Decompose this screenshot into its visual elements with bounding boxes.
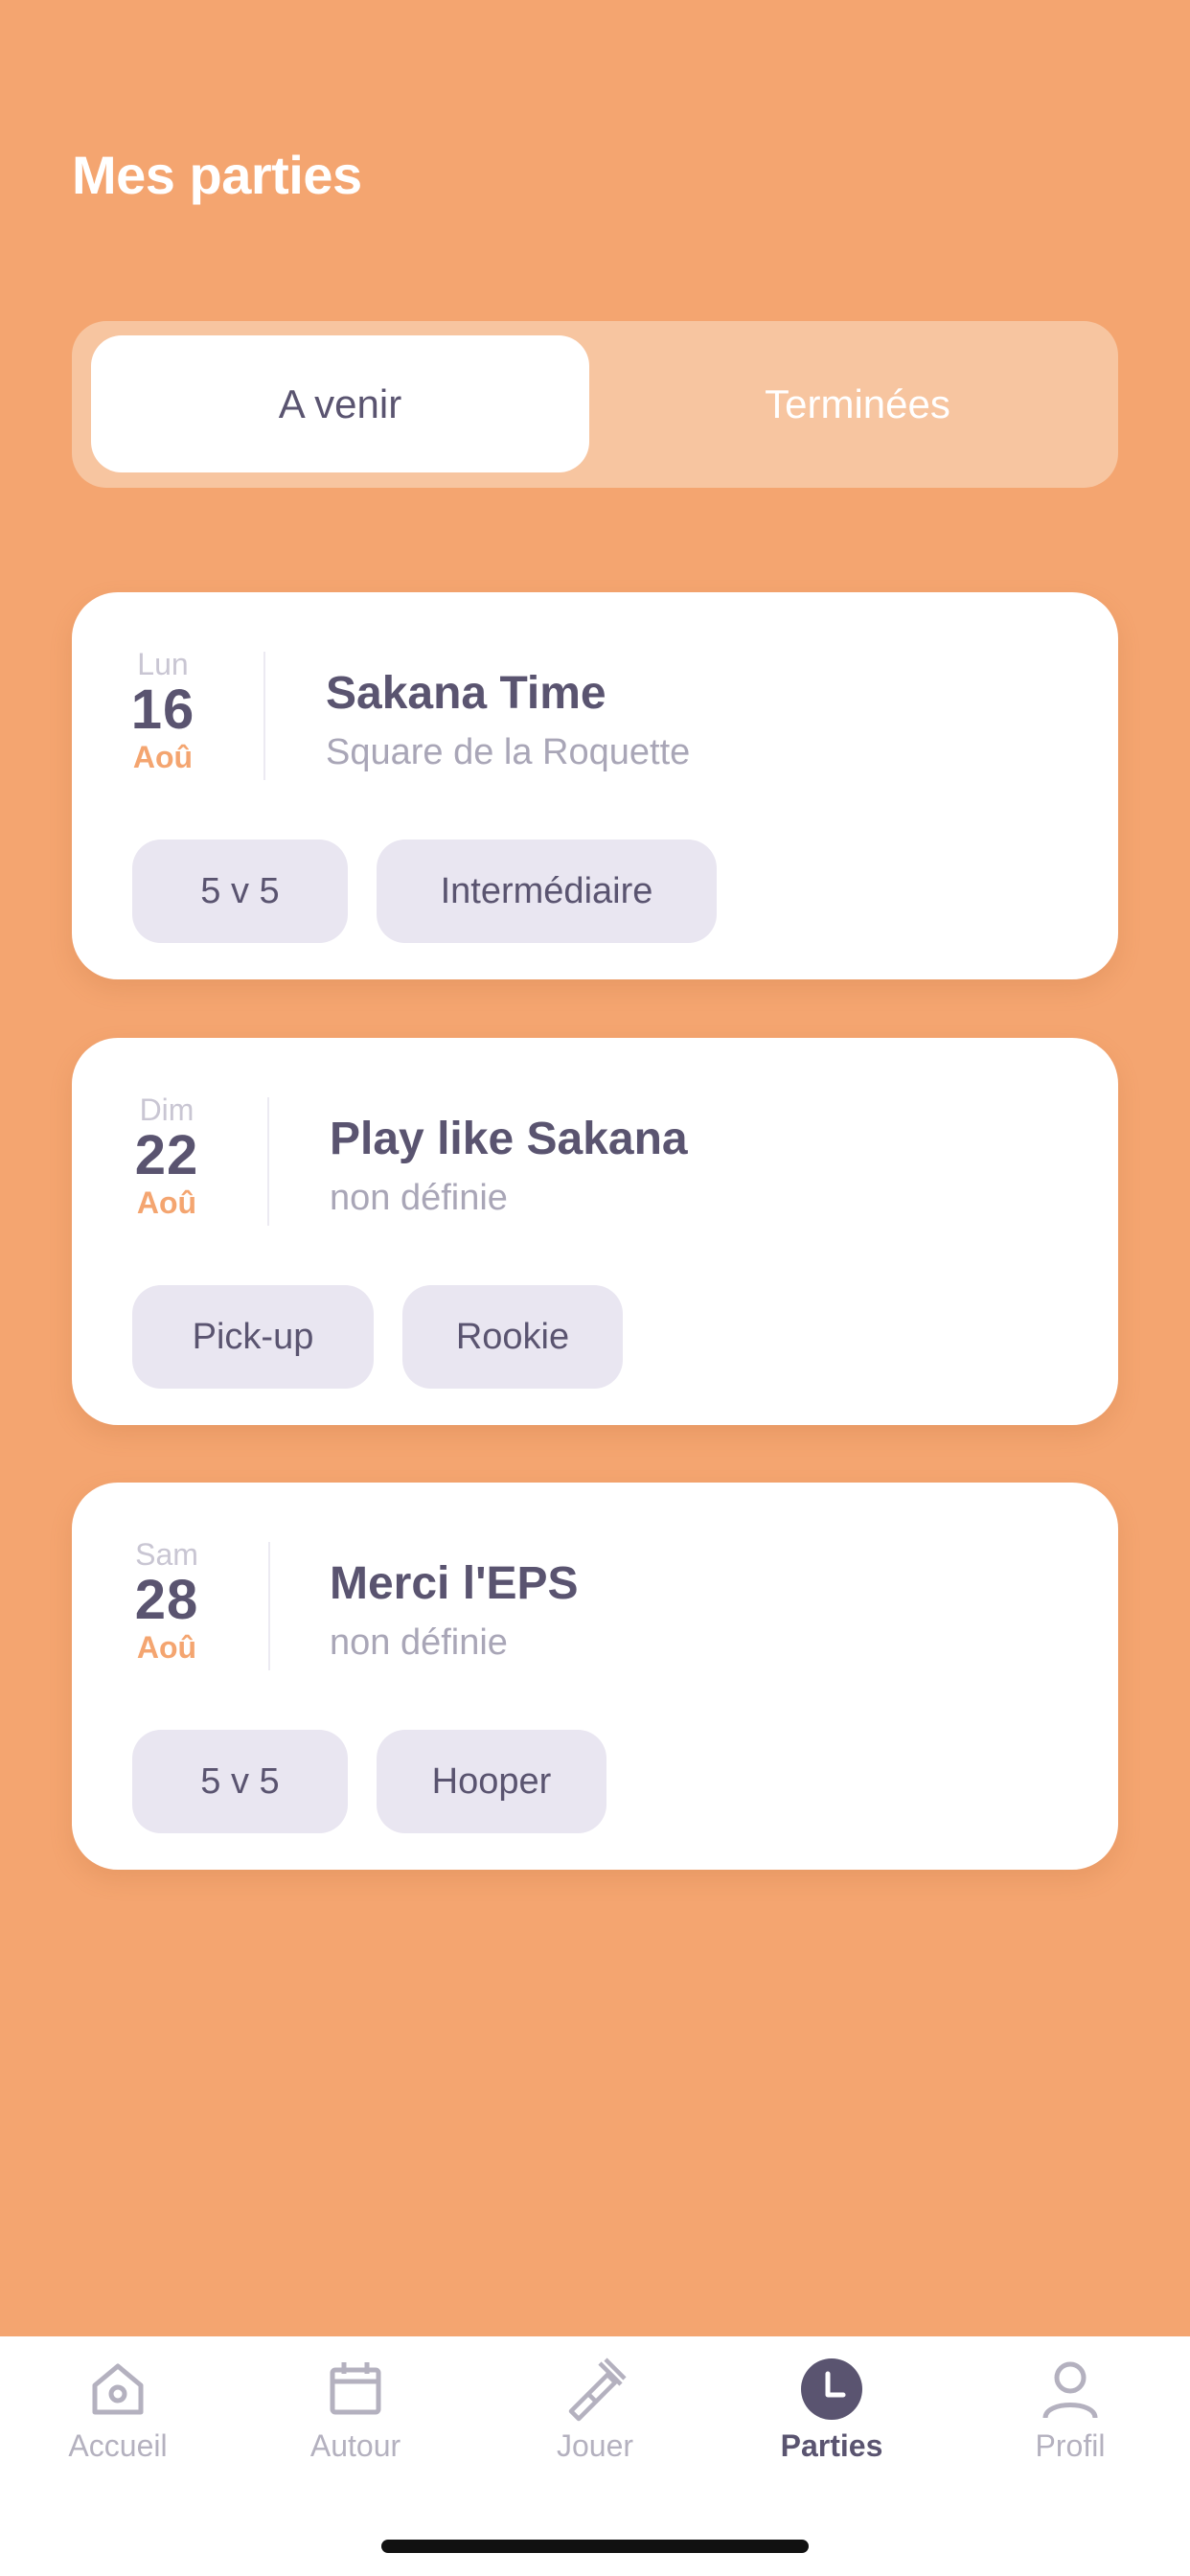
date-block: Dim 22 Aoû: [124, 1092, 210, 1221]
game-card[interactable]: Dim 22 Aoû Play like Sakana non définie …: [72, 1038, 1118, 1425]
date-block: Lun 16 Aoû: [120, 647, 206, 775]
date-month: Aoû: [136, 1630, 197, 1666]
tab-profil[interactable]: Profil: [974, 2356, 1166, 2464]
game-tags: 5 v 5 Intermédiaire: [132, 840, 717, 943]
tab-autour[interactable]: Autour: [260, 2356, 451, 2464]
page-title: Mes parties: [72, 145, 362, 205]
play-icon: [561, 2356, 629, 2423]
date-number: 16: [130, 678, 195, 742]
date-day: Sam: [135, 1537, 198, 1572]
date-month: Aoû: [136, 1185, 197, 1221]
game-title: Merci l'EPS: [330, 1558, 579, 1609]
tag-level: Hooper: [377, 1730, 606, 1833]
clock-icon: [798, 2356, 865, 2423]
game-title: Sakana Time: [326, 668, 606, 719]
date-number: 22: [134, 1124, 199, 1187]
date-month: Aoû: [132, 740, 194, 775]
tag-level: Intermédiaire: [377, 840, 717, 943]
tab-label: Parties: [780, 2428, 883, 2463]
tab-label: Autour: [309, 2428, 401, 2463]
game-tags: Pick-up Rookie: [132, 1285, 623, 1389]
game-location: non définie: [330, 1178, 508, 1218]
game-location: Square de la Roquette: [326, 732, 691, 772]
game-card[interactable]: Lun 16 Aoû Sakana Time Square de la Roqu…: [72, 592, 1118, 979]
tab-accueil[interactable]: Accueil: [22, 2356, 214, 2464]
home-icon: [84, 2356, 151, 2423]
tag-format: 5 v 5: [132, 840, 348, 943]
tab-label: Jouer: [556, 2428, 634, 2463]
game-location: non définie: [330, 1622, 508, 1663]
game-card[interactable]: Sam 28 Aoû Merci l'EPS non définie 5 v 5…: [72, 1483, 1118, 1870]
tab-label: Profil: [1035, 2428, 1106, 2463]
tag-format: 5 v 5: [132, 1730, 348, 1833]
calendar-icon: [322, 2356, 389, 2423]
tab-finished[interactable]: Terminées: [608, 335, 1107, 472]
tab-label: Accueil: [68, 2428, 168, 2463]
date-block: Sam 28 Aoû: [124, 1537, 210, 1666]
date-number: 28: [134, 1569, 199, 1632]
tab-upcoming[interactable]: A venir: [91, 335, 589, 472]
game-title: Play like Sakana: [330, 1114, 688, 1164]
home-indicator: [381, 2540, 809, 2553]
tag-format: Pick-up: [132, 1285, 374, 1389]
date-day: Lun: [137, 647, 189, 681]
card-divider: [267, 1097, 269, 1226]
card-divider: [263, 652, 265, 780]
profile-icon: [1037, 2356, 1104, 2423]
game-tags: 5 v 5 Hooper: [132, 1730, 606, 1833]
tab-parties[interactable]: Parties: [736, 2356, 927, 2464]
tag-level: Rookie: [402, 1285, 623, 1389]
card-divider: [268, 1542, 270, 1670]
tab-jouer[interactable]: Jouer: [499, 2356, 691, 2464]
date-day: Dim: [139, 1092, 195, 1127]
segmented-control: A venir Terminées: [72, 321, 1118, 488]
